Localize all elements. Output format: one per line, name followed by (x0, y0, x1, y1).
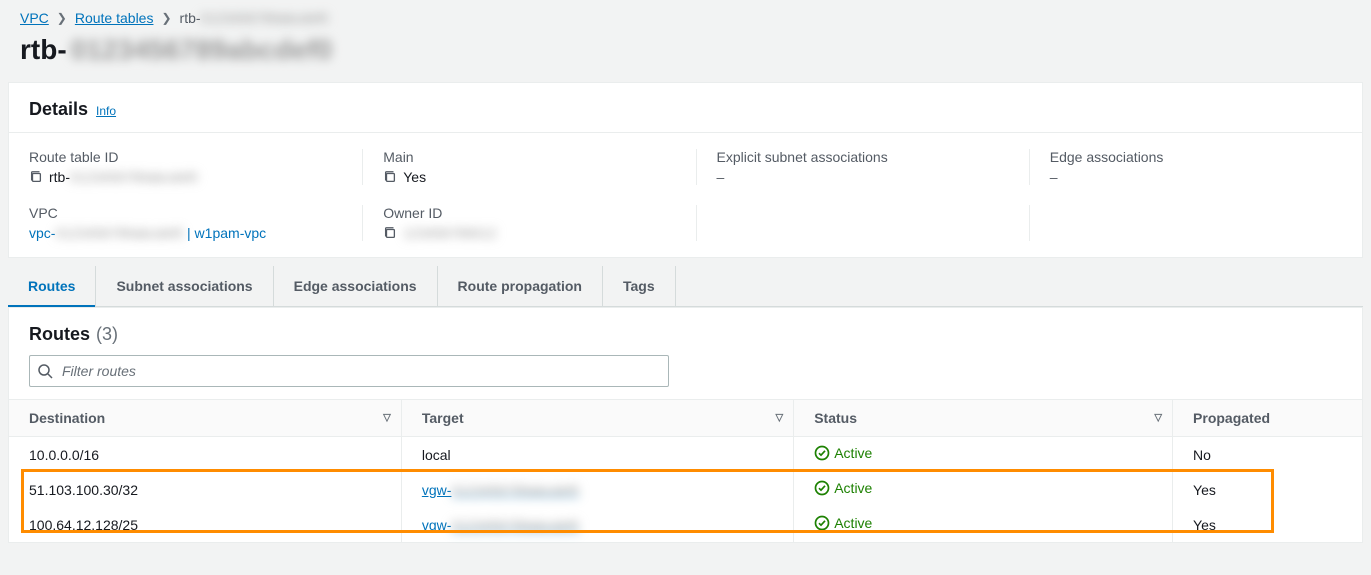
cell-propagated: Yes (1173, 472, 1362, 507)
table-row: 10.0.0.0/16 local Active No (9, 437, 1362, 473)
target-link[interactable]: vgw-0123456789abcdef0 (422, 482, 579, 498)
cell-status: Active (794, 437, 1173, 473)
check-circle-icon (814, 515, 830, 531)
cell-destination: 10.0.0.0/16 (9, 437, 401, 473)
routes-heading: Routes (29, 324, 90, 345)
field-explicit-subnet: Explicit subnet associations – (696, 149, 1009, 185)
value-edge-assoc: – (1050, 169, 1058, 185)
field-owner-id: Owner ID 123456789012 (362, 205, 675, 241)
cell-propagated: No (1173, 437, 1362, 473)
cell-target: vgw-0123456789abcdef0 (401, 507, 793, 542)
copy-icon[interactable] (29, 170, 43, 184)
page-title: rtb-0123456789abcdef0 (20, 34, 332, 66)
field-route-table-id: Route table ID rtb-0123456789abcdef0 (29, 149, 342, 185)
value-owner-id: 123456789012 (403, 225, 496, 241)
field-edge-assoc: Edge associations – (1029, 149, 1342, 185)
label-main: Main (383, 149, 675, 165)
tab-routes[interactable]: Routes (8, 266, 96, 306)
cell-target: vgw-0123456789abcdef0 (401, 472, 793, 507)
field-main: Main Yes (362, 149, 675, 185)
tabs-bar: Routes Subnet associations Edge associat… (8, 266, 1363, 307)
routes-panel: Routes (3) Destination Target Status Pro… (8, 307, 1363, 543)
chevron-right-icon: ❯ (57, 11, 67, 25)
breadcrumb-vpc[interactable]: VPC (20, 10, 49, 26)
copy-icon[interactable] (383, 226, 397, 240)
filter-routes-box (29, 355, 669, 387)
tab-tags[interactable]: Tags (603, 266, 676, 306)
routes-table: Destination Target Status Propagated 10.… (9, 399, 1362, 542)
check-circle-icon (814, 445, 830, 461)
label-owner-id: Owner ID (383, 205, 675, 221)
cell-destination: 100.64.12.128/25 (9, 507, 401, 542)
label-explicit-subnet: Explicit subnet associations (717, 149, 1009, 165)
table-row: 100.64.12.128/25 vgw-0123456789abcdef0 A… (9, 507, 1362, 542)
value-route-table-id: rtb-0123456789abcdef0 (49, 169, 198, 185)
vpc-link[interactable]: vpc-0123456789abcdef0 | w1pam-vpc (29, 225, 266, 241)
label-route-table-id: Route table ID (29, 149, 342, 165)
cell-target: local (401, 437, 793, 473)
cell-status: Active (794, 507, 1173, 542)
check-circle-icon (814, 480, 830, 496)
col-propagated[interactable]: Propagated (1173, 400, 1362, 437)
cell-destination: 51.103.100.30/32 (9, 472, 401, 507)
filter-routes-input[interactable] (29, 355, 669, 387)
field-vpc: VPC vpc-0123456789abcdef0 | w1pam-vpc (29, 205, 342, 241)
breadcrumb: VPC ❯ Route tables ❯ rtb-0123456789abcde… (0, 0, 1371, 30)
tab-subnet-associations[interactable]: Subnet associations (96, 266, 273, 306)
chevron-right-icon: ❯ (161, 11, 171, 25)
col-target[interactable]: Target (401, 400, 793, 437)
details-panel: Details Info Route table ID rtb-01234567… (8, 82, 1363, 258)
routes-count: (3) (96, 324, 118, 345)
breadcrumb-route-tables[interactable]: Route tables (75, 10, 154, 26)
label-vpc: VPC (29, 205, 342, 221)
col-status[interactable]: Status (794, 400, 1173, 437)
details-heading: Details (29, 99, 88, 120)
cell-propagated: Yes (1173, 507, 1362, 542)
tab-route-propagation[interactable]: Route propagation (438, 266, 603, 306)
target-link[interactable]: vgw-0123456789abcdef0 (422, 517, 579, 533)
value-explicit-subnet: – (717, 169, 725, 185)
cell-status: Active (794, 472, 1173, 507)
value-main: Yes (403, 169, 426, 185)
copy-icon[interactable] (383, 170, 397, 184)
breadcrumb-current: rtb-0123456789abcdef0 (180, 10, 329, 26)
table-row: 51.103.100.30/32 vgw-0123456789abcdef0 A… (9, 472, 1362, 507)
label-edge-assoc: Edge associations (1050, 149, 1342, 165)
col-destination[interactable]: Destination (9, 400, 401, 437)
info-link[interactable]: Info (96, 104, 116, 118)
search-icon (37, 363, 53, 379)
tab-edge-associations[interactable]: Edge associations (274, 266, 438, 306)
